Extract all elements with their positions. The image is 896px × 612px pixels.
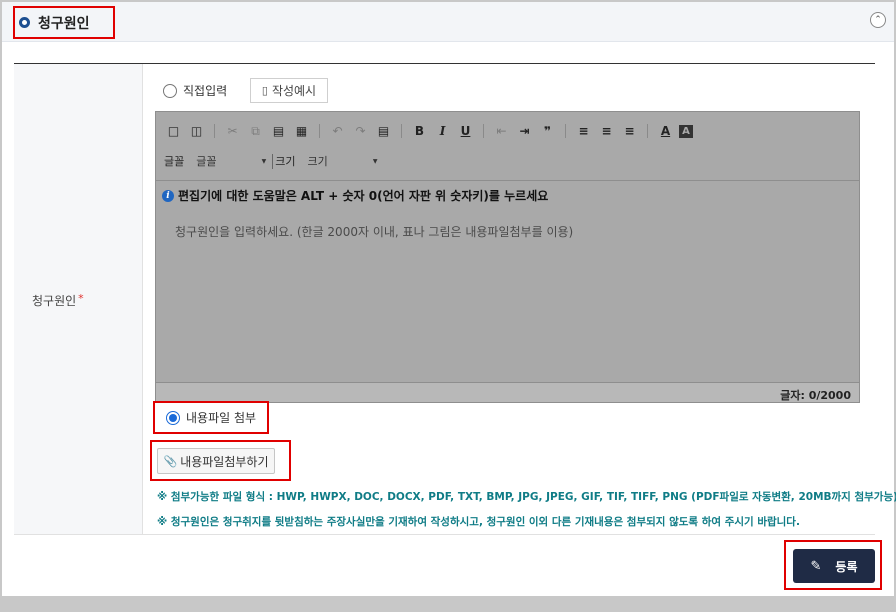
required-mark: *	[78, 292, 84, 305]
pencil-icon: ✎	[810, 558, 822, 574]
direct-input-radio[interactable]	[163, 83, 177, 98]
toolbar-separator	[401, 124, 402, 138]
submit-highlight: ✎ 등록	[784, 540, 882, 590]
horizontal-rule-icon[interactable]: ▤	[374, 122, 393, 140]
attach-button-highlight: 📎 내용파일첨부하기	[150, 440, 291, 481]
blockquote-icon[interactable]: ❞	[538, 122, 557, 140]
editor-status-bar: 글자: 0/2000	[156, 382, 859, 402]
editor-help: i 편집기에 대한 도움말은 ALT + 숫자 0(언어 자판 위 숫자키)를 …	[162, 187, 548, 204]
toolbar-separator	[214, 124, 215, 138]
size-label: 크기	[275, 155, 296, 168]
text-color-icon[interactable]: A	[656, 122, 675, 140]
submit-button[interactable]: ✎ 등록	[793, 549, 875, 583]
section-header: 청구원인 ⌃	[2, 2, 894, 42]
example-button[interactable]: ▯ 작성예시	[250, 78, 328, 103]
toolbar-separator	[565, 124, 566, 138]
preview-icon[interactable]: ◫	[187, 122, 206, 140]
direct-input-option[interactable]: 직접입력	[163, 82, 227, 99]
new-document-icon[interactable]: □	[164, 122, 183, 140]
align-left-icon[interactable]: ≡	[574, 122, 593, 140]
section-title: 청구원인	[38, 15, 90, 32]
paste-text-icon[interactable]: ▦	[292, 122, 311, 140]
editor-help-text: 편집기에 대한 도움말은 ALT + 숫자 0(언어 자판 위 숫자키)를 누르…	[178, 189, 549, 203]
field-label: 청구원인 *	[32, 292, 84, 308]
font-label: 글꼴	[164, 155, 185, 168]
direct-input-label: 직접입력	[183, 84, 228, 98]
bookmark-icon: ▯	[261, 84, 268, 97]
example-button-label: 작성예시	[271, 84, 317, 98]
cut-icon[interactable]: ✂	[223, 122, 242, 140]
size-select-value: 크기	[307, 155, 328, 168]
attach-file-button[interactable]: 📎 내용파일첨부하기	[157, 448, 275, 474]
notice-claim-guidance: ※ 청구원인은 청구취지를 뒷받침하는 주장사실만을 기재하여 작성하시고, 청…	[157, 516, 800, 528]
rich-text-editor: □ ◫ ✂ ⧉ ▤ ▦ ↶ ↷ ▤ B I U ⇤ ⇥ ❞ ≡ ≡ ≡ A A …	[155, 111, 860, 403]
attach-file-button-label: 내용파일첨부하기	[180, 454, 269, 469]
editor-divider	[156, 180, 859, 181]
toolbar-separator	[483, 124, 484, 138]
section-title-box: 청구원인	[13, 6, 115, 39]
editor-toolbar: □ ◫ ✂ ⧉ ▤ ▦ ↶ ↷ ▤ B I U ⇤ ⇥ ❞ ≡ ≡ ≡ A A	[164, 122, 693, 140]
font-select-value: 글꼴	[196, 155, 217, 168]
attach-file-radio[interactable]	[166, 410, 180, 425]
copy-icon[interactable]: ⧉	[246, 122, 265, 140]
field-label-cell: 청구원인 *	[14, 64, 143, 535]
char-counter: 글자: 0/2000	[780, 389, 851, 402]
paperclip-icon: 📎	[163, 454, 178, 468]
redo-icon[interactable]: ↷	[351, 122, 370, 140]
submit-button-label: 등록	[835, 559, 858, 574]
underline-icon[interactable]: U	[456, 122, 475, 140]
align-center-icon[interactable]: ≡	[597, 122, 616, 140]
attach-file-label: 내용파일 첨부	[186, 411, 257, 425]
size-select[interactable]: 크기 ▼	[308, 153, 382, 169]
row-bottom-border	[143, 534, 875, 535]
paste-icon[interactable]: ▤	[269, 122, 288, 140]
chevron-up-icon[interactable]: ⌃	[870, 12, 886, 28]
outdent-icon[interactable]: ⇤	[492, 122, 511, 140]
toolbar-separator	[319, 124, 320, 138]
italic-icon[interactable]: I	[433, 122, 452, 140]
undo-icon[interactable]: ↶	[328, 122, 347, 140]
indent-icon[interactable]: ⇥	[515, 122, 534, 140]
font-select[interactable]: 글꼴 ▼	[196, 153, 270, 169]
align-right-icon[interactable]: ≡	[620, 122, 639, 140]
editor-textarea[interactable]: 청구원인을 입력하세요. (한글 2000자 이내, 표나 그림은 내용파일첨부…	[175, 223, 573, 240]
toolbar-separator	[647, 124, 648, 138]
toolbar-separator	[272, 153, 274, 169]
section-divider	[14, 63, 875, 64]
bold-icon[interactable]: B	[410, 122, 429, 140]
background-color-icon[interactable]: A	[679, 124, 693, 138]
notice-file-formats: ※ 첨부가능한 파일 형식 : HWP, HWPX, DOC, DOCX, PD…	[157, 491, 896, 503]
attach-file-option[interactable]: 내용파일 첨부	[153, 401, 269, 434]
circle-bullet-icon	[19, 17, 30, 28]
editor-format-toolbar: 글꼴 글꼴 ▼ 크기 크기 ▼	[164, 152, 382, 170]
dropdown-arrow-icon: ▼	[261, 157, 267, 165]
info-icon: i	[162, 189, 174, 202]
dropdown-arrow-icon: ▼	[372, 157, 378, 165]
